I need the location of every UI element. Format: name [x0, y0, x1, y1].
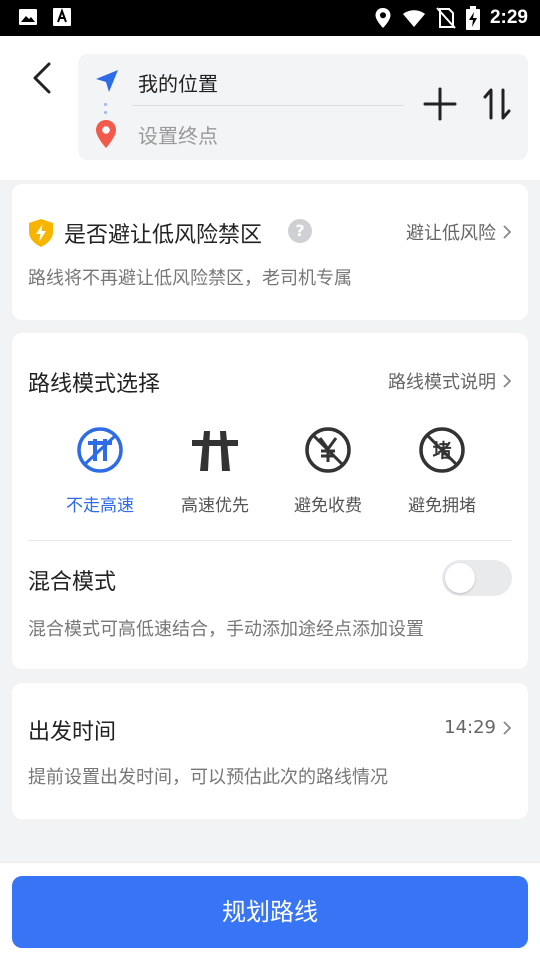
mix-mode-desc: 混合模式可高低速结合，手动添加途经点添加设置 — [28, 619, 424, 640]
wifi-icon — [402, 10, 425, 27]
no-highway-icon — [77, 427, 123, 473]
highway-icon — [192, 431, 238, 471]
start-location-field[interactable]: 我的位置 — [138, 68, 218, 97]
departure-time-value: 14:29 — [444, 717, 496, 738]
plan-route-button[interactable]: 规划路线 — [12, 876, 528, 948]
chevron-right-icon — [503, 225, 512, 239]
mix-mode-title: 混合模式 — [28, 570, 117, 595]
location-icon — [375, 8, 391, 28]
battery-charging-icon — [465, 6, 480, 30]
add-waypoint-button[interactable] — [422, 86, 458, 122]
shield-lightning-icon — [29, 219, 53, 247]
bottom-action-bar: 规划路线 — [0, 862, 540, 960]
mode-avoid-congestion[interactable]: 堵 避免拥堵 — [392, 425, 492, 516]
no-congestion-icon: 堵 — [419, 427, 465, 473]
mode-label: 不走高速 — [66, 496, 134, 516]
route-divider — [132, 105, 404, 106]
destination-pin-icon — [96, 120, 116, 148]
back-button[interactable] — [24, 58, 58, 98]
mode-highway-first[interactable]: 高速优先 — [165, 425, 265, 516]
departure-time-picker[interactable]: 14:29 — [444, 717, 512, 738]
avoid-risk-link-label: 避让低风险 — [406, 223, 496, 244]
departure-time-title: 出发时间 — [28, 720, 117, 745]
route-dots — [104, 103, 108, 119]
route-mode-card: 路线模式选择 路线模式说明 不走高速 高速优先 避免收费 避免拥堵 混合模式 混… — [12, 333, 528, 669]
status-bar: 2:29 — [0, 0, 540, 36]
mode-no-highway[interactable]: 不走高速 — [50, 425, 150, 516]
swap-route-button[interactable] — [482, 86, 512, 122]
mix-mode-toggle[interactable] — [442, 560, 512, 596]
no-sim-icon — [436, 7, 456, 29]
mode-label: 避免拥堵 — [408, 496, 476, 516]
avoid-risk-card: 是否避让低风险禁区 ? 避让低风险 路线将不再避让低风险禁区，老司机专属 — [12, 184, 528, 320]
status-time: 2:29 — [489, 7, 528, 28]
mode-label: 高速优先 — [181, 496, 249, 516]
avoid-risk-title: 是否避让低风险禁区 — [64, 223, 263, 248]
chevron-right-icon — [503, 374, 512, 388]
mode-avoid-toll[interactable]: 避免收费 — [278, 425, 378, 516]
text-app-icon — [53, 8, 71, 26]
departure-time-desc: 提前设置出发时间，可以预估此次的路线情况 — [28, 767, 388, 788]
route-mode-help-link[interactable]: 路线模式说明 — [388, 368, 512, 394]
route-input-box: 我的位置 设置终点 — [78, 54, 528, 160]
destination-input[interactable]: 设置终点 — [138, 120, 218, 149]
no-toll-icon — [305, 427, 351, 473]
route-mode-title: 路线模式选择 — [28, 372, 161, 397]
avoid-risk-desc: 路线将不再避让低风险禁区，老司机专属 — [28, 268, 352, 289]
route-mode-help-label: 路线模式说明 — [388, 372, 496, 393]
route-mode-options: 不走高速 高速优先 避免收费 堵 避免拥堵 — [12, 425, 528, 516]
section-divider — [28, 540, 512, 541]
image-icon — [19, 9, 37, 25]
departure-time-card: 出发时间 14:29 提前设置出发时间，可以预估此次的路线情况 — [12, 683, 528, 819]
back-arrow-icon — [33, 62, 51, 94]
avoid-risk-link[interactable]: 避让低风险 — [406, 219, 512, 245]
mode-label: 避免收费 — [294, 496, 362, 516]
navigation-arrow-icon — [96, 70, 118, 92]
help-icon[interactable]: ? — [288, 219, 312, 243]
chevron-right-icon — [503, 720, 512, 735]
toggle-knob — [445, 563, 475, 593]
route-header: 我的位置 设置终点 — [0, 36, 540, 180]
